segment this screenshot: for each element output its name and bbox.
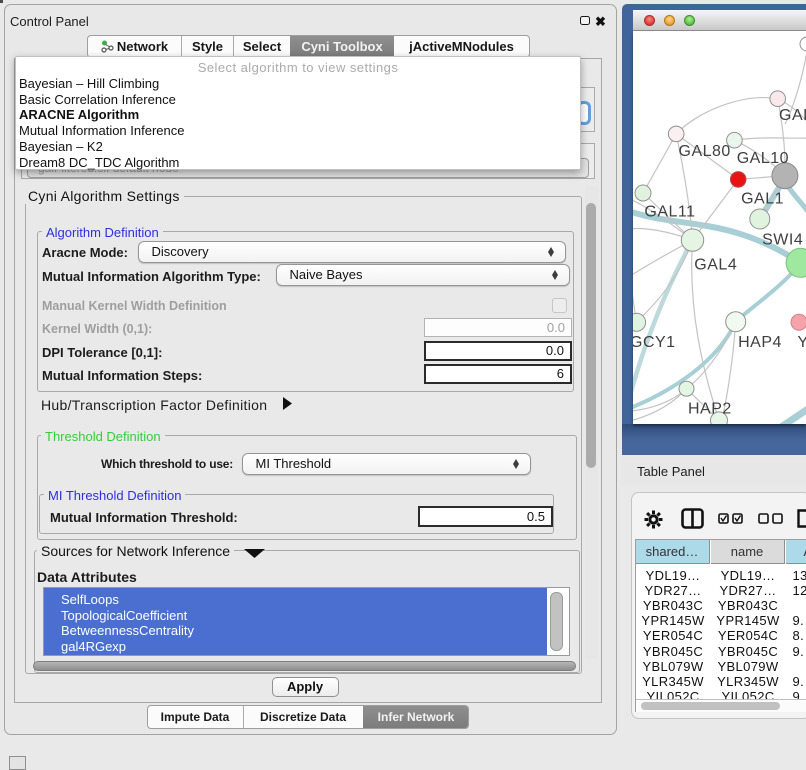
svg-text:HAP4: HAP4 [738,334,782,351]
svg-text:GAL4: GAL4 [694,257,737,274]
svg-text:HAP2: HAP2 [688,401,732,418]
svg-text:GAL11: GAL11 [644,204,695,221]
svg-text:Y: Y [798,334,806,351]
svg-text:GAL2: GAL2 [779,107,806,124]
svg-text:GAL1: GAL1 [741,190,784,207]
svg-text:GAL10: GAL10 [737,150,789,167]
svg-text:SWI4: SWI4 [762,231,803,248]
svg-text:GAL80: GAL80 [679,143,731,160]
svg-text:GCY1: GCY1 [633,334,676,351]
